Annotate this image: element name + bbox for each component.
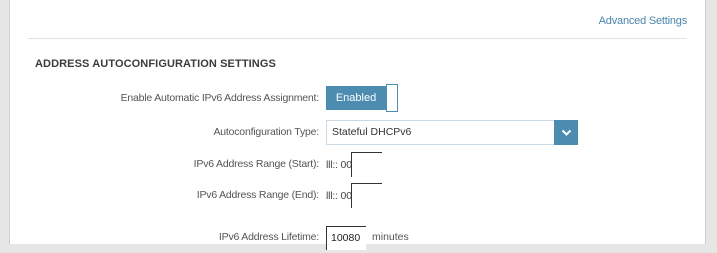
- chevron-down-icon: [561, 129, 571, 136]
- advanced-settings-link[interactable]: Advanced Settings: [599, 15, 688, 27]
- enable-auto-ipv6-row: Enable Automatic IPv6 Address Assignment…: [10, 92, 320, 114]
- autoconfig-type-select[interactable]: Stateful DHCPv6: [326, 120, 578, 145]
- toggle-knob[interactable]: [386, 84, 398, 112]
- range-end-label: IPv6 Address Range (End):: [196, 189, 319, 201]
- range-start-prefix: lll:: 00: [326, 159, 352, 171]
- enable-auto-ipv6-label: Enable Automatic IPv6 Address Assignment…: [120, 92, 320, 104]
- lifetime-label: IPv6 Address Lifetime:: [218, 231, 319, 243]
- lifetime-row: IPv6 Address Lifetime:: [10, 231, 319, 253]
- settings-panel: Advanced Settings ADDRESS AUTOCONFIGURAT…: [9, 0, 706, 250]
- lifetime-units: minutes: [372, 231, 409, 243]
- header-divider: [28, 38, 687, 39]
- toggle-state-label: Enabled: [335, 92, 377, 104]
- autoconfig-type-label: Autoconfiguration Type:: [213, 126, 319, 138]
- section-title: ADDRESS AUTOCONFIGURATION SETTINGS: [35, 58, 276, 70]
- range-start-row: IPv6 Address Range (Start):: [10, 158, 320, 180]
- range-end-row: IPv6 Address Range (End):: [10, 189, 319, 211]
- range-end-prefix: lll:: 00: [326, 190, 352, 202]
- lifetime-input[interactable]: 10080: [326, 226, 366, 250]
- range-start-label: IPv6 Address Range (Start):: [193, 158, 320, 170]
- autoconfig-type-row: Autoconfiguration Type:: [10, 126, 319, 148]
- autoconfig-type-value: Stateful DHCPv6: [332, 126, 412, 138]
- dropdown-button[interactable]: [554, 120, 578, 145]
- range-end-input[interactable]: [351, 183, 382, 208]
- enable-auto-ipv6-toggle[interactable]: Enabled: [326, 86, 386, 110]
- range-start-input[interactable]: [351, 152, 382, 177]
